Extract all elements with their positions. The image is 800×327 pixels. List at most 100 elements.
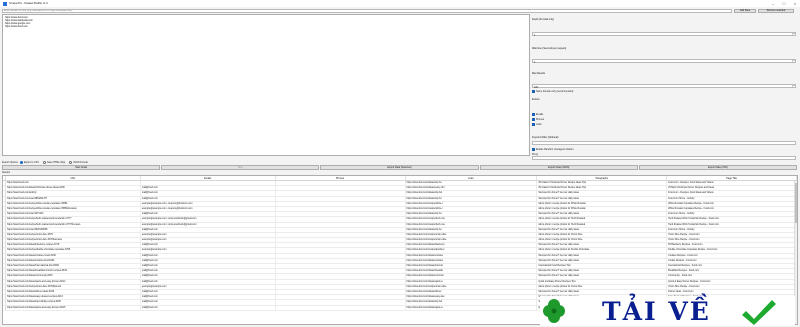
links-checkbox[interactable]: Links: [532, 123, 542, 126]
column-header-url[interactable]: URL: [6, 176, 141, 180]
table-cell[interactable]: Dinner Ideas - Food.com: [667, 289, 797, 295]
table-cell[interactable]: International Food Recipes Tips: [537, 264, 668, 269]
table-cell[interactable]: https://www.food.com/ideas/top-hol: [406, 300, 538, 305]
phones-checkbox[interactable]: Phones: [532, 118, 544, 121]
table-cell[interactable]: [141, 181, 276, 186]
table-cell[interactable]: https://www.food.com/ideas/blueberry-rec…: [6, 243, 141, 248]
table-cell[interactable]: example@example.com: [141, 248, 276, 253]
table-cell[interactable]: https://www.food.com/recipe/herb-roa: [406, 217, 538, 222]
table-cell[interactable]: https://www.food.com/recipe/onion-dice: [406, 232, 538, 238]
table-cell[interactable]: mail@food.com: [141, 227, 276, 232]
table-cell[interactable]: https://www.food.com/activity: [6, 191, 141, 196]
export-csv-option[interactable]: Export to CSV: [19, 160, 39, 164]
table-cell[interactable]: https://www.food.com/ideas/easy-dessert-…: [6, 295, 141, 300]
table-cell[interactable]: Herb Roasted Pork Tenderloin Recipe - Fo…: [667, 217, 797, 222]
table-cell[interactable]: https://www.food.com/user/1071102: [6, 212, 141, 217]
table-cell[interactable]: [276, 238, 406, 243]
table-cell[interactable]: [276, 181, 406, 186]
table-cell[interactable]: example@example.com: [141, 284, 276, 289]
table-cell[interactable]: https://www.food.com/ideas/quick-and-eas…: [6, 305, 141, 310]
table-cell[interactable]: International Recipes - Food.com: [667, 264, 797, 269]
table-cell[interactable]: 25 Classic Christmas Dinner Recipe Ideas…: [537, 181, 668, 186]
table-cell[interactable]: mail@food.com: [141, 264, 276, 269]
table-cell[interactable]: [276, 258, 406, 263]
table-cell[interactable]: [276, 269, 406, 274]
table-cell[interactable]: [276, 232, 406, 238]
table-cell[interactable]: mail@food.com: [141, 305, 276, 310]
table-cell[interactable]: mail@food.com: [141, 258, 276, 263]
table-cell[interactable]: [276, 305, 406, 310]
table-cell[interactable]: mail@food.com: [141, 243, 276, 248]
table-cell[interactable]: mail@food.com: [141, 191, 276, 196]
table-cell[interactable]: mail@food.com: [141, 279, 276, 284]
table-cell[interactable]: https://www.food.com/recipe/herb-roa: [406, 222, 538, 227]
emails-checkbox[interactable]: Emails: [532, 113, 543, 116]
column-header-page-title[interactable]: Page Title: [667, 176, 797, 180]
table-cell[interactable]: [276, 279, 406, 284]
table-cell[interactable]: https://www.food.com/recipe/white-russia…: [6, 201, 141, 206]
table-cell[interactable]: Stumped for dinner? Get our daily ideas: [537, 258, 668, 263]
table-cell[interactable]: [276, 196, 406, 201]
table-cell[interactable]: Onion Dice Recipe - Food.com: [667, 238, 797, 243]
table-cell[interactable]: https://www.food.com/ideas/easy-des: [406, 295, 538, 300]
start-crawl-button[interactable]: Start Crawl: [2, 165, 161, 170]
table-cell[interactable]: https://www.food.com/ideas/top-holiday-r…: [6, 300, 141, 305]
table-cell[interactable]: https://www.food.com/ideas/commun: [406, 274, 538, 279]
table-cell[interactable]: [276, 227, 406, 232]
table-cell[interactable]: example@example.com, coupons@foodcom.com: [141, 206, 276, 212]
table-cell[interactable]: Add a photo 1 recipe photos for Onion Di…: [537, 238, 668, 243]
table-cell[interactable]: [276, 289, 406, 295]
table-cell[interactable]: [276, 222, 406, 227]
random-useragent-checkbox[interactable]: Enable Random Useragent rotation: [532, 148, 573, 151]
table-cell[interactable]: Food.com - Recipes, Food Ideas and Video…: [667, 181, 797, 186]
export-csv-button[interactable]: Export Data (CSV): [638, 165, 798, 170]
table-cell[interactable]: https://www.food.com/recipe/double-choco…: [6, 248, 141, 253]
table-cell[interactable]: Stumped for dinner? Get our daily ideas: [537, 191, 668, 196]
table-cell[interactable]: [276, 212, 406, 217]
table-cell[interactable]: https://www.food.com/ideas/breakfast-bru…: [6, 269, 141, 274]
table-cell[interactable]: https://www.food.com/recipe/white-r: [406, 206, 538, 212]
table-cell[interactable]: Stumped for dinner? Get our daily ideas: [537, 269, 668, 274]
table-cell[interactable]: [276, 300, 406, 305]
table-cell[interactable]: https://www.food.com/ideas/top-ho: [406, 227, 538, 232]
table-cell[interactable]: mail@food.com: [141, 212, 276, 217]
table-cell[interactable]: https://www.food.com/ideas/blueberry: [406, 243, 538, 248]
table-cell[interactable]: mail@food.com: [141, 196, 276, 201]
table-cell[interactable]: https://www.food.com/ideas/community-601…: [6, 274, 141, 279]
table-cell[interactable]: https://www.food.com/ideas/top-ho: [406, 196, 538, 201]
table-cell[interactable]: [276, 217, 406, 222]
table-cell[interactable]: example@example.com: [141, 238, 276, 243]
table-cell[interactable]: https://www.food.com/ideas/international…: [6, 264, 141, 269]
table-cell[interactable]: Breakfast Recipes - Food.com: [667, 269, 797, 274]
table-cell[interactable]: https://www.food.com/ideas/cookies-food-…: [6, 258, 141, 263]
spinner-icon[interactable]: ▴: [792, 33, 795, 35]
table-cell[interactable]: https://www.food.com/recipe/white-r: [406, 201, 538, 206]
export-json-button[interactable]: Export Data (JSON): [479, 165, 638, 170]
table-cell[interactable]: https://www.food.com/ideas/internat: [406, 264, 538, 269]
table-cell[interactable]: Add a photo 1 recipe photos for White Ru…: [537, 201, 668, 206]
table-cell[interactable]: mail@food.com: [141, 300, 276, 305]
table-cell[interactable]: https://www.food.com/ideas/christmas-din…: [6, 186, 141, 191]
table-cell[interactable]: https://www.food.com/recipe/onion-dice: [406, 238, 538, 243]
table-cell[interactable]: Stumped for dinner? Get our daily ideas: [537, 243, 668, 248]
table-cell[interactable]: https://www.food.com/ideas/easy-chri: [406, 186, 538, 191]
table-cell[interactable]: https://www.food.com/ideas/quick-a: [406, 279, 538, 284]
table-cell[interactable]: Quick and Easy Dinner Recipes Tips: [537, 279, 668, 284]
table-cell[interactable]: Stumped for dinner? Get our daily ideas: [537, 212, 668, 217]
table-cell[interactable]: Add a photo 1 recipe photos for Herb Roa…: [537, 217, 668, 222]
table-cell[interactable]: Herb Roasted Pork Tenderloin Recipe - Fo…: [667, 222, 797, 227]
table-cell[interactable]: Stumped for dinner? Get our daily ideas: [537, 253, 668, 258]
close-icon[interactable]: ×: [790, 0, 800, 7]
table-cell[interactable]: Food.com - Recipes, Food Ideas and Video…: [667, 191, 797, 196]
table-cell[interactable]: Add a photo 1 recipe photos for Onion Di…: [537, 232, 668, 238]
table-cell[interactable]: Add a photo 1 recipe photos for White Ru…: [537, 206, 668, 212]
table-cell[interactable]: https://www.food.com/recipe/herb-roasted…: [6, 217, 141, 222]
table-cell[interactable]: https://www.food.com/ideas/dinner: [406, 289, 538, 295]
column-header-emails[interactable]: Emails: [141, 176, 276, 180]
table-cell[interactable]: https://www.food.com/ideas/dinner-ideas-…: [6, 289, 141, 295]
remove-selected-button[interactable]: Remove selected: [758, 8, 794, 13]
wait-time-field[interactable]: 1 ▴: [532, 59, 796, 64]
max-results-field[interactable]: 100 ▴: [532, 84, 796, 89]
table-cell[interactable]: White Russian Cupcakes Recipe - Food.com: [667, 206, 797, 212]
table-cell[interactable]: [276, 248, 406, 253]
